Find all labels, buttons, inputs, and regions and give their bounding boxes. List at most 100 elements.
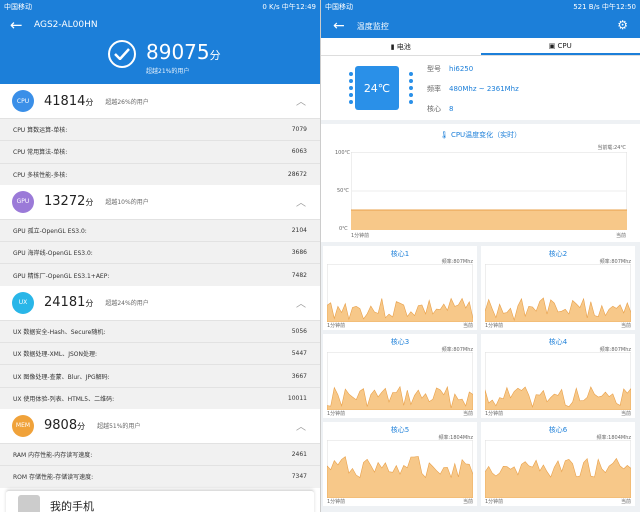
carrier-text: 中国移动 xyxy=(325,3,353,11)
test-label: ROM 存储性能-存储读写速度: xyxy=(13,474,94,482)
test-value: 7079 xyxy=(291,126,307,134)
core-plot xyxy=(327,352,473,410)
chevron-up-icon[interactable]: ︿ xyxy=(296,93,306,108)
back-arrow-icon[interactable]: ← xyxy=(10,16,23,34)
category-percent: 超越24%的用户 xyxy=(105,300,149,308)
status-bar: 中国移动 521 B/s 中午12:50 xyxy=(321,0,640,14)
test-value: 5447 xyxy=(291,350,307,358)
test-row: RAM 内存性能-内存读写速度: 2461 xyxy=(0,442,320,466)
test-row: UX 数据处理-XML、JSON处理: 5447 xyxy=(0,342,320,365)
test-value: 10011 xyxy=(287,394,307,402)
chevron-up-icon[interactable]: ︿ xyxy=(296,194,306,209)
core-x-end: 当前 xyxy=(620,499,631,505)
category-header[interactable]: UX 24181分 超越24%的用户 ︿ xyxy=(0,285,320,320)
test-value: 3686 xyxy=(291,249,307,257)
test-value: 28672 xyxy=(287,170,307,178)
test-row: GPU 海岸线-OpenGL ES3.0: 3686 xyxy=(0,241,320,264)
y-label-50: 50℃ xyxy=(337,188,349,194)
core-grid: 核心1 频率:807Mhz 1分钟前 当前 核心2 频率:807Mhz 1分钟前 … xyxy=(321,246,640,506)
back-arrow-icon[interactable]: ← xyxy=(333,18,345,34)
temp-chart-title: 🌡 CPU温度变化（实时） xyxy=(439,131,522,139)
info-cores: 核心 8 xyxy=(427,105,454,113)
category-score: 24181分 xyxy=(44,295,94,311)
category-header[interactable]: MEM 9808分 超越51%的用户 ︿ xyxy=(0,408,320,443)
core-x-end: 当前 xyxy=(462,499,473,505)
core-x-start: 1分钟前 xyxy=(327,411,346,417)
temp-current: 当前载:24℃ xyxy=(597,145,626,151)
category-score: 13272分 xyxy=(44,194,94,210)
core-x-end: 当前 xyxy=(462,323,473,329)
core-chart: 核心2 频率:807Mhz 1分钟前 当前 xyxy=(481,246,635,330)
score-header: ← AGS2-AL00HN 89075分 超越21%的用户 xyxy=(0,14,320,84)
test-row: CPU 多核性能-多核: 28672 xyxy=(0,162,320,185)
core-plot xyxy=(327,264,473,322)
core-chart: 核心5 频率:1804Mhz 1分钟前 当前 xyxy=(323,422,477,506)
test-value: 2461 xyxy=(291,451,307,459)
category-badge: UX xyxy=(12,291,34,314)
test-value: 3667 xyxy=(291,372,307,380)
info-freq: 频率 480Mhz ~ 2361Mhz xyxy=(427,85,519,93)
category-header[interactable]: GPU 13272分 超越10%的用户 ︿ xyxy=(0,184,320,219)
test-row: CPU 算数运算-单核: 7079 xyxy=(0,118,320,141)
phone-icon xyxy=(18,494,40,512)
test-row: UX 使用体验-列表、HTML5、二维码: 10011 xyxy=(0,386,320,409)
category-percent: 超越10%的用户 xyxy=(105,199,149,207)
card-label: 我的手机 xyxy=(50,499,94,512)
tab-battery[interactable]: ▮ 电池 xyxy=(321,38,481,55)
core-plot xyxy=(327,440,473,498)
status-right: 521 B/s 中午12:50 xyxy=(573,3,636,11)
test-label: UX 使用体验-列表、HTML5、二维码: xyxy=(13,395,115,403)
x-start: 1分钟前 xyxy=(351,233,370,239)
core-x-end: 当前 xyxy=(620,411,631,417)
core-plot xyxy=(485,352,631,410)
status-bar: 中国移动 0 K/s 中午12:49 xyxy=(0,0,320,14)
category-badge: GPU xyxy=(12,190,34,213)
core-x-start: 1分钟前 xyxy=(485,499,504,505)
core-chart: 核心4 频率:807Mhz 1分钟前 当前 xyxy=(481,334,635,418)
test-value: 2104 xyxy=(291,227,307,235)
core-x-end: 当前 xyxy=(620,323,631,329)
test-label: UX 数据处理-XML、JSON处理: xyxy=(13,351,98,359)
test-row: UX 数据安全-Hash、Secure随机: 5056 xyxy=(0,319,320,343)
test-row: GPU 精炼厂-OpenGL ES3.1+AEP: 7482 xyxy=(0,263,320,286)
test-label: GPU 海岸线-OpenGL ES3.0: xyxy=(13,250,93,258)
core-chart: 核心6 频率:1804Mhz 1分钟前 当前 xyxy=(481,422,635,506)
cpu-temp: 24℃ xyxy=(363,81,391,95)
core-x-start: 1分钟前 xyxy=(485,411,504,417)
total-score: 89075分 xyxy=(146,40,221,64)
test-row: GPU 孤立-OpenGL ES3.0: 2104 xyxy=(0,218,320,242)
category-percent: 超越51%的用户 xyxy=(97,423,141,431)
chip-icon: 24℃ xyxy=(349,66,413,110)
core-plot xyxy=(485,440,631,498)
carrier-text: 中国移动 xyxy=(4,3,32,11)
test-label: GPU 孤立-OpenGL ES3.0: xyxy=(13,228,87,236)
temp-header: ← 温度监控 ⚙ xyxy=(321,14,640,38)
chevron-up-icon[interactable]: ︿ xyxy=(296,418,306,433)
core-x-end: 当前 xyxy=(462,411,473,417)
chevron-up-icon[interactable]: ︿ xyxy=(296,295,306,310)
tab-bar: ▮ 电池 ▣ CPU xyxy=(321,38,640,56)
status-right: 0 K/s 中午12:49 xyxy=(262,3,316,11)
test-value: 7482 xyxy=(291,271,307,279)
test-label: GPU 精炼厂-OpenGL ES3.1+AEP: xyxy=(13,272,110,280)
category-badge: CPU xyxy=(12,90,34,112)
category-header[interactable]: CPU 41814分 超越26%的用户 ︿ xyxy=(0,84,320,118)
right-panel: 中国移动 521 B/s 中午12:50 ← 温度监控 ⚙ ▮ 电池 ▣ CPU… xyxy=(320,0,640,512)
test-value: 7347 xyxy=(291,473,307,481)
core-chart: 核心3 频率:807Mhz 1分钟前 当前 xyxy=(323,334,477,418)
checkmark-icon xyxy=(108,40,136,68)
category-score: 9808分 xyxy=(44,418,86,434)
test-label: CPU 常用算法-单核: xyxy=(13,149,68,157)
core-x-start: 1分钟前 xyxy=(327,499,346,505)
gear-icon[interactable]: ⚙ xyxy=(617,18,628,32)
test-label: RAM 内存性能-内存读写速度: xyxy=(13,452,93,460)
total-percent: 超越21%的用户 xyxy=(146,68,190,75)
test-label: UX 图像处理-查蒙、Blur、JPG解码: xyxy=(13,373,110,381)
device-name: AGS2-AL00HN xyxy=(34,20,98,30)
tab-cpu[interactable]: ▣ CPU xyxy=(480,38,640,55)
my-phone-card[interactable]: 我的手机 xyxy=(6,490,314,512)
test-label: CPU 算数运算-单核: xyxy=(13,127,68,135)
cpu-info: 24℃ 型号 hi6250 频率 480Mhz ~ 2361Mhz 核心 8 xyxy=(321,56,640,120)
test-label: UX 数据安全-Hash、Secure随机: xyxy=(13,328,106,336)
category-percent: 超越26%的用户 xyxy=(105,98,149,106)
